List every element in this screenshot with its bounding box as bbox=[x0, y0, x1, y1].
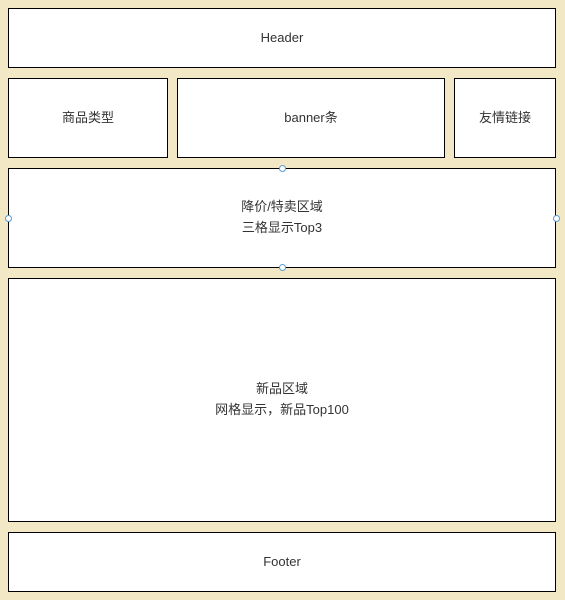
new-line2: 网格显示，新品Top100 bbox=[215, 400, 349, 421]
category-box: 商品类型 bbox=[8, 78, 168, 158]
footer-box: Footer bbox=[8, 532, 556, 592]
wireframe-canvas: Header 商品类型 banner条 友情链接 降价/特卖区域 三格显示Top… bbox=[0, 0, 565, 600]
links-box: 友情链接 bbox=[454, 78, 556, 158]
footer-label: Footer bbox=[263, 552, 301, 573]
category-label: 商品类型 bbox=[62, 108, 114, 129]
selection-handle-bottom[interactable] bbox=[279, 264, 286, 271]
selection-handle-left[interactable] bbox=[5, 215, 12, 222]
selection-handle-right[interactable] bbox=[553, 215, 560, 222]
header-label: Header bbox=[261, 28, 304, 49]
banner-box: banner条 bbox=[177, 78, 445, 158]
sale-section-box: 降价/特卖区域 三格显示Top3 bbox=[8, 168, 556, 268]
new-line1: 新品区域 bbox=[256, 379, 308, 400]
selection-handle-top[interactable] bbox=[279, 165, 286, 172]
links-label: 友情链接 bbox=[479, 108, 531, 129]
sale-line1: 降价/特卖区域 bbox=[241, 197, 323, 218]
banner-label: banner条 bbox=[284, 108, 337, 129]
sale-line2: 三格显示Top3 bbox=[242, 218, 322, 239]
new-section-box: 新品区域 网格显示，新品Top100 bbox=[8, 278, 556, 522]
header-box: Header bbox=[8, 8, 556, 68]
